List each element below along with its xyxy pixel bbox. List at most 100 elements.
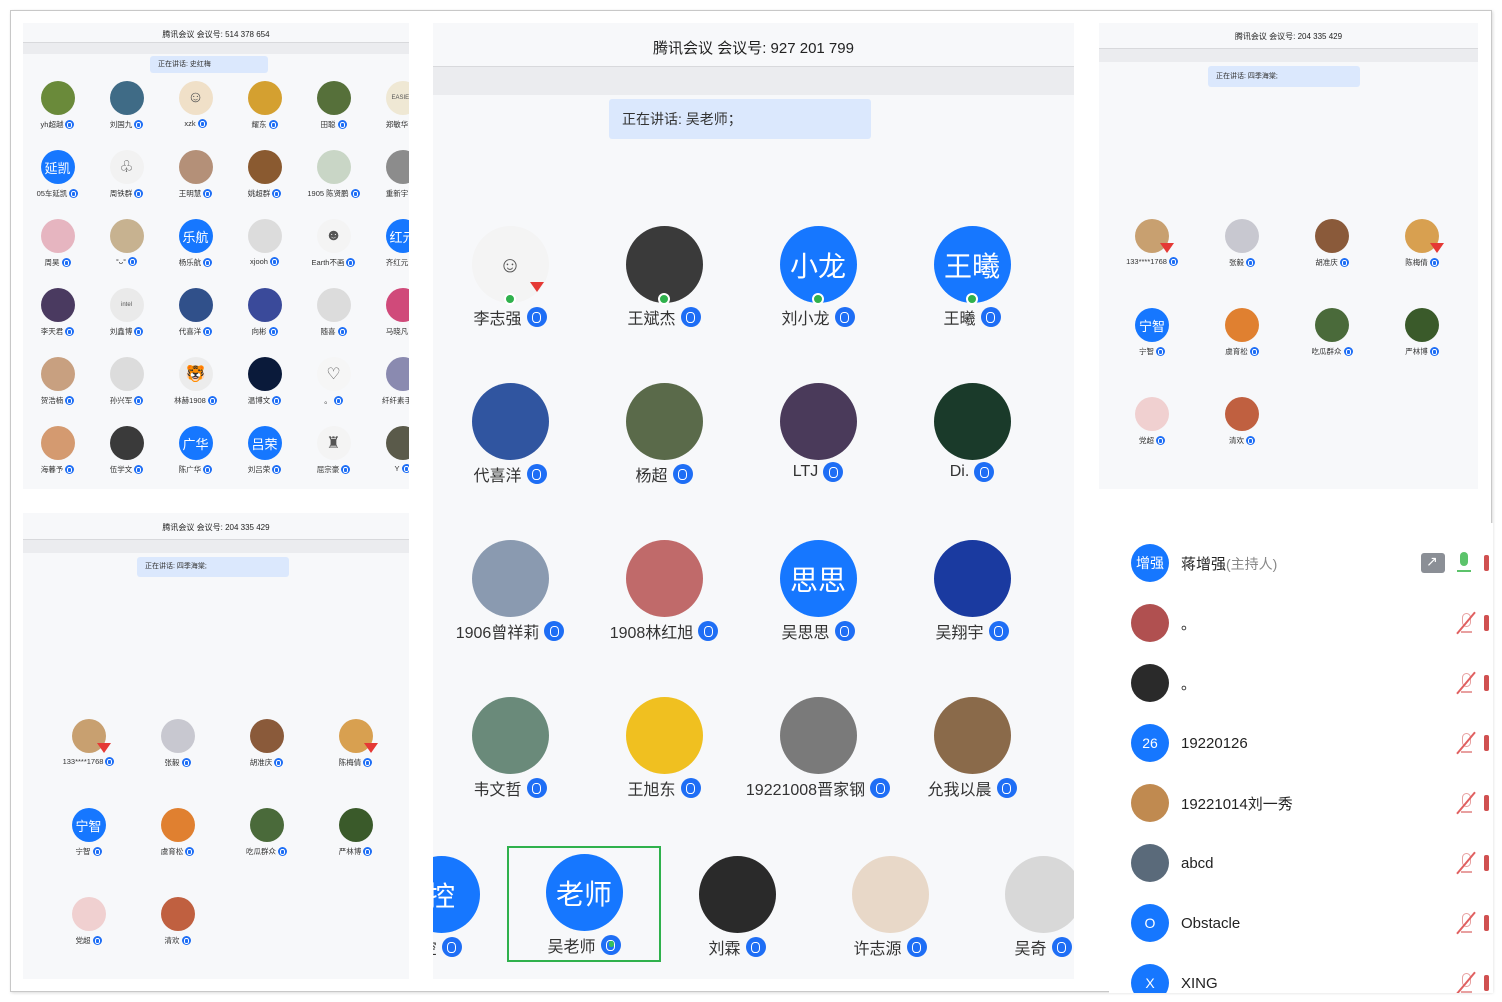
microphone-icon[interactable] — [134, 120, 144, 129]
participant-tile[interactable]: 随喜 — [299, 288, 368, 357]
microphone-icon[interactable] — [181, 758, 191, 767]
microphone-icon[interactable] — [105, 757, 115, 766]
participant-tile[interactable]: 1906曾祥莉 — [433, 540, 587, 697]
microphone-muted-icon[interactable] — [1455, 971, 1477, 993]
member-list-row[interactable]: abcd — [1109, 833, 1493, 893]
microphone-icon[interactable] — [441, 937, 462, 957]
participant-tile[interactable]: EASIER 郑敏华 — [368, 81, 409, 150]
participant-tile[interactable]: 老师 吴老师 — [509, 854, 659, 957]
microphone-icon[interactable] — [341, 465, 351, 474]
participant-tile[interactable]: 广华 陈广华 — [161, 426, 230, 489]
microphone-icon[interactable] — [69, 189, 79, 198]
microphone-icon[interactable] — [526, 464, 547, 484]
participant-tile[interactable]: 田聪 — [299, 81, 368, 150]
participant-tile[interactable]: 🐯 林赫1908 — [161, 357, 230, 426]
participant-tile[interactable]: 思思 吴思思 — [741, 540, 895, 697]
member-list-row[interactable]: 。 — [1109, 653, 1493, 713]
more-options-handle[interactable] — [1484, 615, 1489, 631]
microphone-muted-icon[interactable] — [1455, 911, 1477, 935]
participant-tile[interactable]: 吴翔宇 — [895, 540, 1049, 697]
member-list-row[interactable]: 增强 蒋增强(主持人) — [1109, 533, 1493, 593]
participant-tile[interactable]: 马晓凡 — [368, 288, 409, 357]
participant-tile[interactable]: 宁智 宁智 — [1107, 308, 1197, 397]
participant-tile[interactable]: 小龙 刘小龙 — [741, 226, 895, 383]
microphone-icon[interactable] — [268, 327, 278, 336]
microphone-icon[interactable] — [1156, 436, 1165, 445]
participant-tile[interactable]: 133****1768 — [1107, 219, 1197, 308]
microphone-icon[interactable] — [134, 189, 144, 198]
participant-tile[interactable]: 耀东 — [230, 81, 299, 150]
participant-tile[interactable]: 党超 — [1107, 397, 1197, 486]
participant-tile[interactable]: 红元 齐红元 — [368, 219, 409, 288]
microphone-icon[interactable] — [203, 327, 213, 336]
participant-tile[interactable]: 刘国九 — [92, 81, 161, 150]
participant-tile[interactable]: ☻ Earth不画 — [299, 219, 368, 288]
participant-tile[interactable]: 姚超群 — [230, 150, 299, 219]
participant-tile[interactable]: 韦文哲 — [433, 697, 587, 854]
participant-tile[interactable]: 陈梅倩 — [311, 719, 400, 808]
participant-tile[interactable]: 陈梅倩 — [1377, 219, 1467, 308]
participant-tile[interactable]: 李天君 — [23, 288, 92, 357]
microphone-icon[interactable] — [65, 396, 75, 405]
microphone-icon[interactable] — [1051, 937, 1072, 957]
participant-tile[interactable]: 19221008晋家钢 — [741, 697, 895, 854]
microphone-icon[interactable] — [1246, 258, 1255, 267]
participant-tile[interactable]: ☺ xzk — [161, 81, 230, 150]
participant-tile[interactable]: 宁智 宁智 — [44, 808, 133, 897]
microphone-icon[interactable] — [600, 935, 621, 955]
microphone-icon[interactable] — [65, 327, 75, 336]
microphone-icon[interactable] — [346, 258, 356, 267]
microphone-icon[interactable] — [980, 307, 1001, 327]
participant-tile[interactable]: 胡准庆 — [1287, 219, 1377, 308]
participant-tile[interactable]: 王曦 王曦 — [895, 226, 1049, 383]
participant-tile[interactable]: yh超越 — [23, 81, 92, 150]
participant-tile[interactable]: Y — [368, 426, 409, 489]
participant-tile[interactable]: ☺ 李志强 — [433, 226, 587, 383]
participant-tile[interactable]: 许志源 — [813, 856, 967, 959]
participant-tile[interactable]: 王旭东 — [587, 697, 741, 854]
microphone-icon[interactable] — [134, 327, 144, 336]
microphone-icon[interactable] — [1249, 347, 1259, 356]
microphone-icon[interactable] — [1246, 436, 1255, 445]
participant-tile[interactable]: 王明慧 — [161, 150, 230, 219]
microphone-icon[interactable] — [274, 758, 284, 767]
participant-tile[interactable]: 向彬 — [230, 288, 299, 357]
microphone-icon[interactable] — [278, 847, 287, 856]
microphone-icon[interactable] — [401, 464, 409, 473]
participant-tile[interactable]: 张毅 — [133, 719, 222, 808]
microphone-icon[interactable] — [272, 396, 282, 405]
microphone-icon[interactable] — [197, 119, 207, 128]
microphone-icon[interactable] — [988, 621, 1009, 641]
microphone-icon[interactable] — [203, 258, 213, 267]
participant-tile[interactable]: LTJ — [741, 383, 895, 540]
participant-tile[interactable]: 贺浩楠 — [23, 357, 92, 426]
more-options-handle[interactable] — [1484, 855, 1489, 871]
microphone-icon[interactable] — [680, 778, 701, 798]
participant-tile[interactable]: 刘霖 — [660, 856, 814, 959]
microphone-icon[interactable] — [870, 778, 891, 798]
participant-tile[interactable]: 吃瓜群众 — [1287, 308, 1377, 397]
microphone-icon[interactable] — [350, 189, 360, 198]
microphone-on-icon[interactable] — [1457, 552, 1471, 574]
participant-tile[interactable]: 孙兴军 — [92, 357, 161, 426]
participant-tile[interactable]: 杨超 — [587, 383, 741, 540]
microphone-icon[interactable] — [203, 189, 213, 198]
participant-tile[interactable]: intel 刘鑫博 — [92, 288, 161, 357]
participant-tile[interactable]: 乐航 杨乐航 — [161, 219, 230, 288]
microphone-icon[interactable] — [544, 621, 565, 641]
microphone-icon[interactable] — [65, 465, 75, 474]
participant-tile[interactable]: 代喜洋 — [433, 383, 587, 540]
participant-tile[interactable]: 吴奇 — [966, 856, 1074, 959]
microphone-icon[interactable] — [61, 258, 71, 267]
microphone-icon[interactable] — [272, 189, 282, 198]
member-list-row[interactable]: 19221014刘一秀 — [1109, 773, 1493, 833]
microphone-icon[interactable] — [134, 465, 144, 474]
more-options-handle[interactable] — [1484, 735, 1489, 751]
microphone-icon[interactable] — [272, 465, 282, 474]
microphone-icon[interactable] — [333, 396, 343, 405]
microphone-icon[interactable] — [1156, 347, 1165, 356]
member-list-row[interactable]: 26 19220126 — [1109, 713, 1493, 773]
participant-tile[interactable]: 党超 — [44, 897, 133, 979]
participant-tile[interactable]: 严林博 — [1377, 308, 1467, 397]
participant-tile[interactable]: 纤纤素手 — [368, 357, 409, 426]
